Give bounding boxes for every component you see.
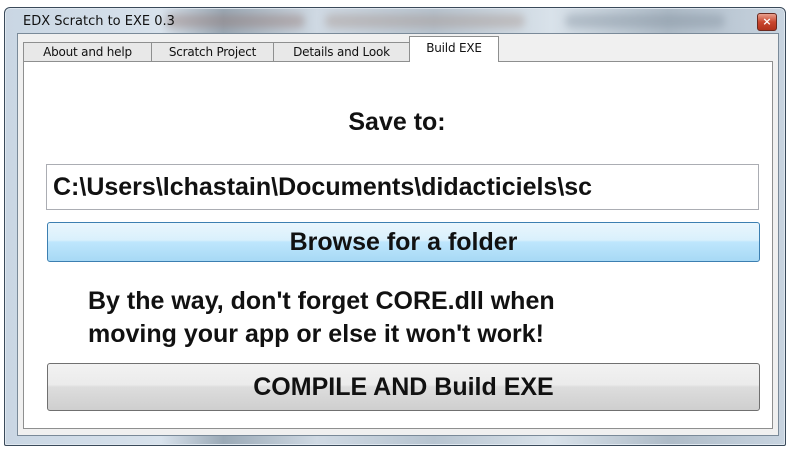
- window-title: EDX Scratch to EXE 0.3: [23, 14, 175, 29]
- core-dll-note: By the way, don't forget CORE.dll when m…: [88, 285, 768, 351]
- titlebar-background-blur: [325, 14, 525, 28]
- compile-build-exe-button[interactable]: COMPILE AND Build EXE: [47, 363, 760, 411]
- titlebar-background-blur: [565, 14, 725, 28]
- close-button[interactable]: ×: [757, 13, 777, 31]
- tab-about-and-help[interactable]: About and help: [23, 42, 152, 61]
- tab-details-and-look[interactable]: Details and Look: [273, 42, 410, 61]
- titlebar-background-blur: [165, 14, 305, 28]
- note-line-2: moving your app or else it won't work!: [88, 320, 544, 348]
- close-icon: ×: [762, 15, 772, 28]
- save-path-field[interactable]: C:\Users\lchastain\Documents\didacticiel…: [46, 164, 759, 210]
- note-line-1: By the way, don't forget CORE.dll when: [88, 287, 555, 315]
- browse-folder-button[interactable]: Browse for a folder: [47, 222, 760, 262]
- save-to-label: Save to:: [348, 108, 446, 136]
- tab-build-exe[interactable]: Build EXE: [409, 36, 499, 62]
- tab-scratch-project[interactable]: Scratch Project: [151, 42, 274, 61]
